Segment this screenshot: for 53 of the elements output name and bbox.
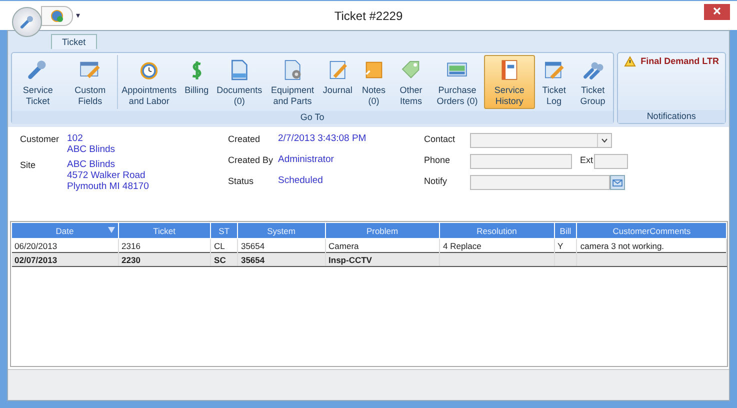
field-label: Status [228, 175, 255, 186]
group-label: Notifications [618, 110, 725, 123]
field-label: Notify [424, 175, 448, 188]
ribbon-button[interactable]: Service History [484, 55, 536, 109]
phone-field[interactable] [470, 154, 572, 169]
ext-field[interactable] [594, 154, 628, 169]
detail-value: ABC Blinds [67, 144, 116, 155]
table-cell: 02/07/2013 [12, 252, 118, 266]
email-icon[interactable] [610, 175, 625, 190]
group-label: Go To [12, 111, 613, 124]
field-label: Ext [580, 154, 594, 167]
notify-field[interactable] [470, 175, 610, 190]
field-label: Contact [424, 133, 456, 146]
ribbon-button[interactable]: Notes (0) [356, 55, 392, 109]
ribbon-button[interactable]: Other Items [391, 55, 431, 109]
ribbon-tab[interactable]: Ticket [51, 34, 97, 49]
sort-icon [108, 227, 115, 233]
detail-value: Scheduled [278, 175, 323, 186]
window-title: Ticket #2229 [334, 8, 403, 22]
ribbon-button[interactable]: Service Ticket [12, 55, 64, 109]
wrench-icon [19, 14, 35, 30]
ribbon-button[interactable]: Ticket Log [535, 55, 573, 109]
ribbon-button[interactable]: Purchase Orders (0) [430, 55, 484, 109]
table-cell: SC [210, 252, 238, 266]
field-label: Site [20, 159, 37, 172]
field-label: Phone [424, 154, 452, 167]
table-cell: 35654 [237, 252, 326, 266]
ribbon-button[interactable]: Appointments and Labor [118, 55, 181, 109]
ribbon-button[interactable]: Documents (0) [212, 55, 266, 109]
warning-icon [624, 56, 636, 67]
ribbon-button[interactable]: Journal [318, 55, 356, 109]
close-button[interactable] [704, 4, 730, 20]
detail-value: Plymouth MI 48170 [67, 181, 149, 192]
ribbon-button[interactable]: Ticket Group [572, 55, 613, 109]
table-cell: Insp-CCTV [325, 252, 440, 266]
field-label: Created [228, 133, 262, 144]
ribbon-button[interactable]: Billing [180, 55, 213, 109]
customize-menu-arrow[interactable]: ▾ [76, 11, 80, 20]
detail-value: 102 [67, 133, 84, 144]
ribbon-button[interactable]: Custom Fields [64, 55, 117, 109]
detail-value: ABC Blinds [67, 159, 116, 170]
ribbon-button[interactable]: Equipment and Parts [266, 55, 319, 109]
chevron-down-icon [601, 138, 608, 143]
contact-dropdown[interactable] [470, 133, 612, 148]
detail-value: 4572 Walker Road [67, 170, 146, 181]
field-label: Customer [20, 133, 60, 146]
field-label: Created By [228, 154, 274, 165]
close-icon [713, 7, 721, 15]
table-cell: 2230 [118, 252, 211, 266]
application-menu-button[interactable] [12, 7, 42, 37]
notification-item[interactable]: Final Demand LTR [640, 56, 719, 66]
detail-value: Administrator [278, 154, 334, 165]
detail-value: 2/7/2013 3:43:08 PM [278, 133, 366, 144]
